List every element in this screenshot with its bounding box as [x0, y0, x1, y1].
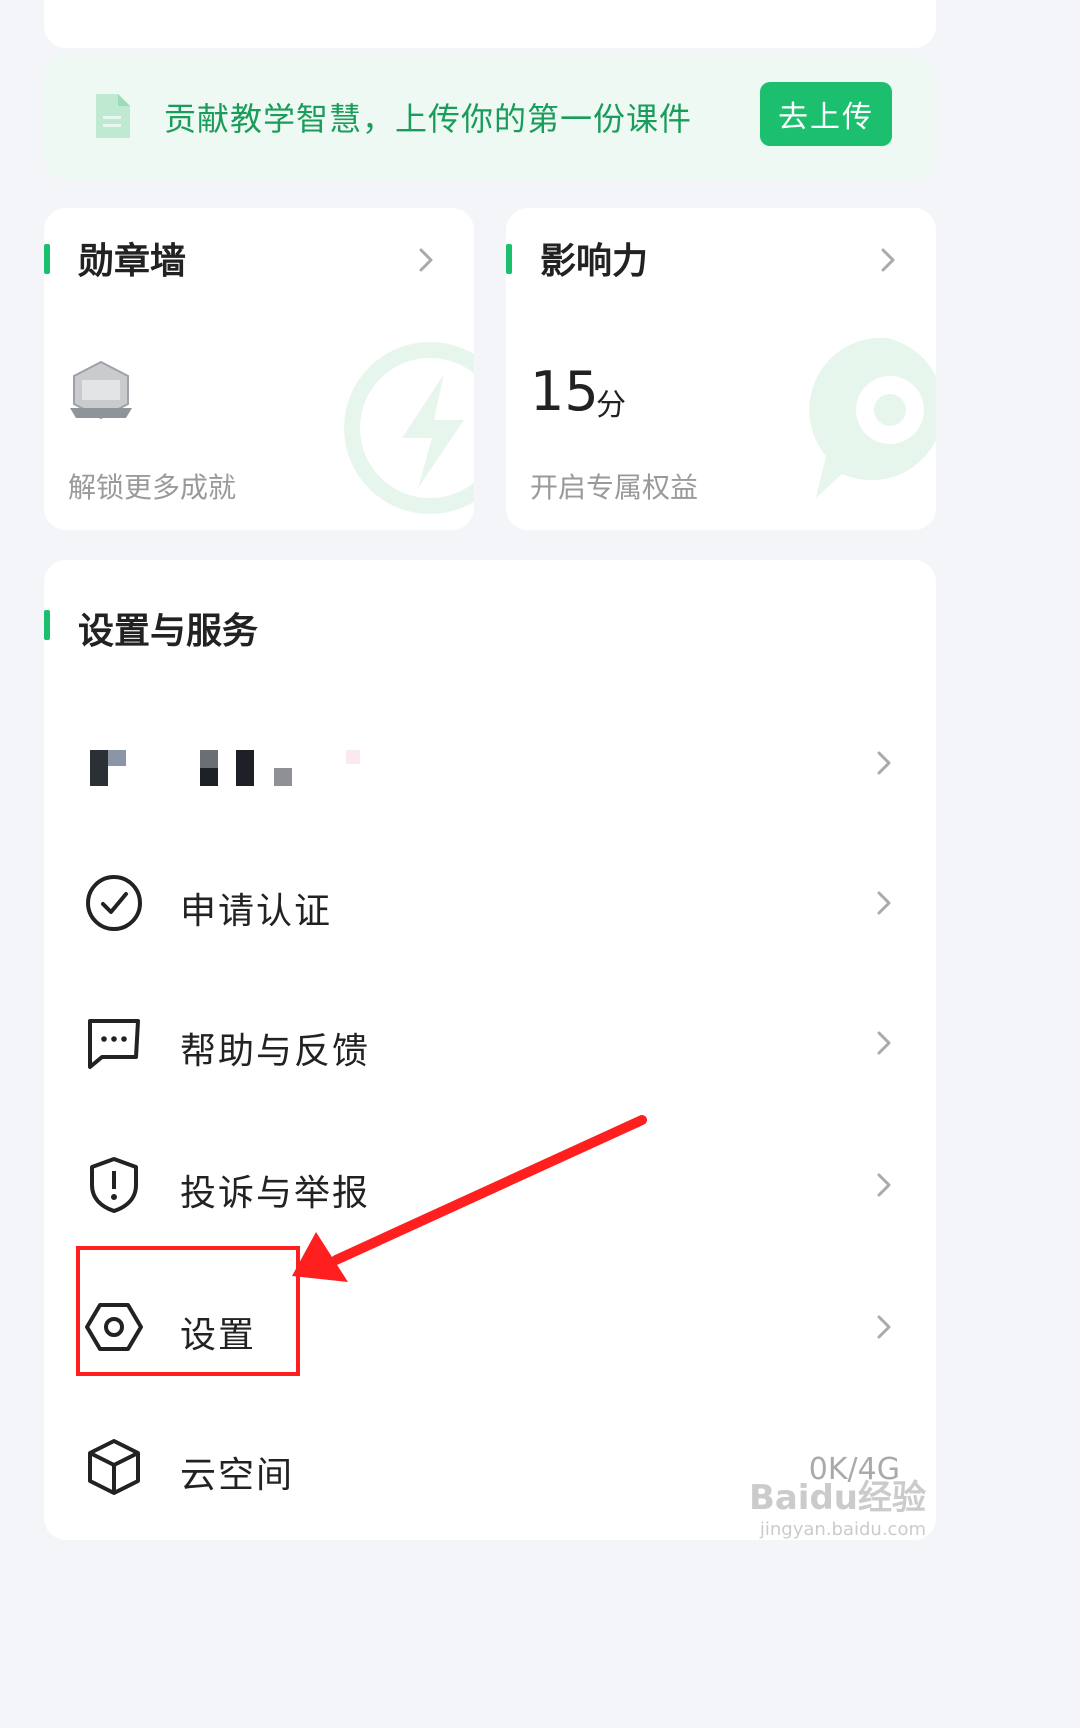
settings-services-title: 设置与服务	[78, 611, 259, 652]
cloud-space-label: 云空间	[180, 1455, 295, 1496]
badge-subtitle: 解锁更多成就	[68, 471, 237, 504]
upload-banner: 贡献教学智慧，上传你的第一份课件 去上传	[44, 56, 936, 180]
complaint-report-row[interactable]: 投诉与举报	[44, 1128, 936, 1238]
accent-bar	[44, 244, 50, 274]
document-icon	[96, 94, 130, 138]
baidu-watermark: Baidu经验 jingyan.baidu.com	[749, 1470, 926, 1540]
influence-card[interactable]: 影响力 15 分 开启专属权益	[506, 208, 936, 530]
go-upload-button[interactable]: 去上传	[760, 82, 892, 146]
chat-target-watermark-icon	[809, 337, 936, 498]
apply-certification-label: 申请认证	[180, 891, 333, 932]
influence-subtitle: 开启专属权益	[530, 471, 699, 504]
annotation-highlight-box	[76, 1246, 300, 1376]
influence-score: 15	[530, 360, 599, 423]
accent-bar	[506, 244, 512, 274]
pixelated-redacted-icon	[90, 750, 360, 786]
accent-bar	[44, 610, 50, 640]
influence-title: 影响力	[540, 241, 649, 282]
lightning-watermark-icon	[344, 342, 474, 514]
chat-bubble-icon	[88, 1019, 140, 1069]
chevron-right-icon	[877, 751, 891, 775]
cube-icon	[88, 1439, 140, 1495]
chevron-right-icon	[877, 1173, 891, 1197]
check-circle-icon	[86, 875, 142, 931]
chevron-right-icon	[881, 248, 895, 272]
watermark-logo: Baidu经验	[748, 1478, 926, 1518]
chevron-right-icon	[877, 1031, 891, 1055]
chevron-right-icon	[877, 1315, 891, 1339]
chevron-right-icon	[877, 891, 891, 915]
shield-alert-icon	[90, 1157, 138, 1213]
settings-services-card: 设置与服务 申请认证 帮助与反馈 投诉与举报 设置 云空间 0K/4G	[44, 560, 936, 1540]
top-stats-card	[44, 0, 936, 48]
redacted-item-row[interactable]	[44, 706, 936, 816]
complaint-report-label: 投诉与举报	[180, 1173, 371, 1214]
upload-prompt-text: 贡献教学智慧，上传你的第一份课件	[164, 100, 693, 138]
help-feedback-label: 帮助与反馈	[180, 1031, 371, 1072]
apply-certification-row[interactable]: 申请认证	[44, 846, 936, 956]
watermark-url: jingyan.baidu.com	[759, 1519, 926, 1540]
medal-badge-icon	[70, 360, 132, 420]
influence-unit: 分	[596, 388, 626, 423]
badge-wall-card[interactable]: 勋章墙 解锁更多成就	[44, 208, 474, 530]
help-feedback-row[interactable]: 帮助与反馈	[44, 986, 936, 1096]
badge-wall-title: 勋章墙	[78, 241, 187, 282]
chevron-right-icon	[419, 248, 433, 272]
